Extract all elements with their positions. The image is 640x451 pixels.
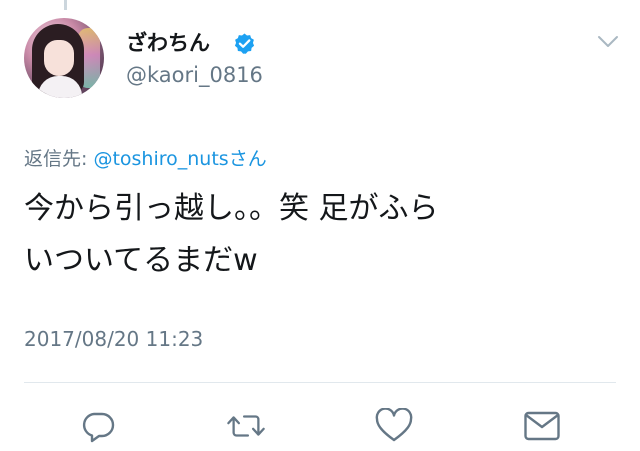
verified-badge-icon [234,33,255,54]
reply-suffix: さん [228,148,267,170]
direct-message-button[interactable] [522,406,562,446]
direct-message-icon [524,411,560,441]
reply-context: 返信先: @toshiro_nutsさん [24,146,267,172]
reply-mention-link[interactable]: @toshiro_nuts [93,148,228,170]
like-icon [375,408,413,442]
user-handle[interactable]: @kaori_0816 [126,62,263,88]
divider [24,382,616,383]
like-button[interactable] [374,406,414,446]
retweet-icon [227,415,265,437]
display-name[interactable]: ざわちん [126,30,210,56]
reply-prefix: 返信先: [24,148,94,170]
avatar[interactable] [24,18,104,98]
tweet-text: 今から引っ越し。。笑 足がふら いついてるまだw [24,183,624,287]
chevron-down-icon[interactable] [597,35,619,49]
tweet-text-line: 今から引っ越し。。笑 足がふら [24,191,439,226]
avatar-face [44,40,74,76]
reply-button[interactable] [78,406,118,446]
reply-icon [82,412,115,443]
tweet-text-line: いついてるまだw [24,243,258,278]
thread-connector-line [64,0,67,10]
tweet-timestamp[interactable]: 2017/08/20 11:23 [24,326,203,352]
retweet-button[interactable] [226,406,266,446]
